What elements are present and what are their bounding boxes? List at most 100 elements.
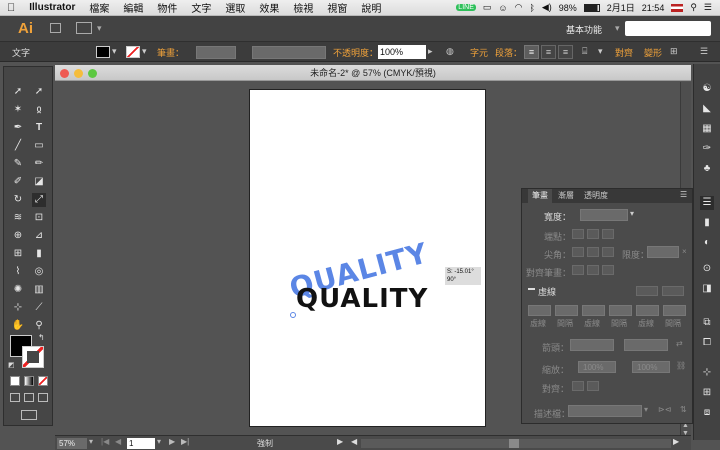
dash-align-button[interactable] (662, 286, 684, 296)
align-center-button[interactable]: ≡ (541, 45, 556, 59)
dash-field-1[interactable] (528, 305, 551, 316)
tab-transparency[interactable]: 透明度 (580, 189, 612, 203)
menu-object[interactable]: 物件 (150, 0, 184, 15)
gradient-panel-icon[interactable]: ▮ (700, 216, 714, 230)
character-label[interactable]: 字元 (470, 46, 488, 59)
pathfinder-panel-icon[interactable]: ⧈ (700, 406, 714, 420)
rotate-tool-icon[interactable]: ↻ (11, 193, 25, 207)
arrow-place-button[interactable] (587, 381, 599, 391)
align-left-button[interactable]: ≡ (524, 45, 539, 59)
opacity-dropdown-icon[interactable]: ▸ (428, 46, 433, 57)
artboard[interactable]: QUALITY QUALITY (249, 89, 486, 427)
scroll-right-icon[interactable]: ▶ (673, 437, 679, 446)
envelope-icon[interactable]: ⌸ (582, 46, 587, 57)
end-scale-field[interactable]: 100% (632, 361, 670, 373)
stroke-weight-field[interactable] (196, 46, 236, 59)
stroke-dropdown-icon[interactable]: ▾ (142, 46, 147, 57)
menu-window[interactable]: 視窗 (320, 0, 354, 15)
align-stroke-center-button[interactable] (572, 265, 584, 275)
pen-tool-icon[interactable]: ✒ (11, 121, 25, 135)
square-cap-button[interactable] (602, 229, 614, 239)
bridge-icon[interactable] (50, 23, 61, 33)
bluetooth-icon[interactable]: ᛒ (529, 3, 534, 13)
color-panel-icon[interactable]: ◣ (700, 102, 714, 116)
free-transform-tool-icon[interactable]: ⊡ (32, 211, 46, 225)
menu-file[interactable]: 檔案 (82, 0, 116, 15)
volume-icon[interactable]: ◀) (542, 2, 552, 13)
horizontal-scroll-thumb[interactable] (509, 439, 519, 448)
scroll-left-icon[interactable]: ◀ (351, 437, 357, 446)
help-search-input[interactable] (625, 21, 711, 36)
menu-illustrator[interactable]: Illustrator (22, 2, 82, 13)
transform-panel-icon[interactable]: ⊞ (700, 386, 714, 400)
shape-builder-tool-icon[interactable]: ⊕ (11, 229, 25, 243)
close-window-button[interactable] (60, 69, 69, 78)
column-graph-tool-icon[interactable]: ▥ (32, 283, 46, 297)
symbol-sprayer-tool-icon[interactable]: ✺ (11, 283, 25, 297)
zoom-window-button[interactable] (88, 69, 97, 78)
menu-type[interactable]: 文字 (184, 0, 218, 15)
rotate-anchor-point[interactable] (290, 312, 296, 318)
paintbrush-tool-icon[interactable]: ✎ (11, 157, 25, 171)
align-right-button[interactable]: ≡ (558, 45, 573, 59)
horizontal-scrollbar[interactable] (361, 439, 671, 448)
color-guide-icon[interactable]: ☯ (700, 82, 714, 96)
link-scale-icon[interactable]: ⛓ (676, 361, 686, 370)
draw-behind-icon[interactable] (24, 393, 34, 402)
round-join-button[interactable] (587, 247, 599, 257)
list-icon[interactable]: ☰ (704, 2, 712, 13)
align-label[interactable]: 對齊 (615, 46, 633, 59)
limit-field[interactable] (647, 246, 679, 258)
gap-field-1[interactable] (555, 305, 578, 316)
apple-icon[interactable]:  (0, 2, 22, 14)
miter-join-button[interactable] (572, 247, 584, 257)
artboards-panel-icon[interactable]: ⧠ (700, 336, 714, 350)
profile-select[interactable] (568, 405, 642, 417)
last-artboard-icon[interactable]: ▶| (181, 437, 189, 446)
align-panel-icon[interactable]: ⊹ (700, 366, 714, 380)
date-text[interactable]: 2月1日 (607, 1, 635, 14)
round-cap-button[interactable] (587, 229, 599, 239)
mesh-tool-icon[interactable]: ⊞ (11, 247, 25, 261)
envelope-dropdown-icon[interactable]: ▾ (598, 46, 603, 57)
line-icon[interactable]: LINE (456, 4, 476, 11)
layers-panel-icon[interactable]: ⧉ (700, 316, 714, 330)
direct-selection-tool-icon[interactable]: ➚ (32, 85, 46, 99)
artboard-number-field[interactable]: 1 (127, 438, 155, 449)
start-scale-field[interactable]: 100% (578, 361, 616, 373)
status-menu-icon[interactable]: ▶ (337, 437, 343, 446)
draw-mode-icon[interactable] (10, 393, 20, 402)
gap-field-2[interactable] (609, 305, 632, 316)
time-text[interactable]: 21:54 (642, 3, 665, 13)
draw-inside-icon[interactable] (38, 393, 48, 402)
dash-preserve-button[interactable] (636, 286, 658, 296)
prev-artboard-icon[interactable]: ◀ (115, 437, 121, 446)
workspace-dropdown-icon[interactable]: ▾ (615, 23, 620, 34)
swap-arrowheads-icon[interactable]: ⇄ (676, 339, 683, 348)
fill-dropdown-icon[interactable]: ▾ (112, 46, 117, 57)
scale-tool-icon[interactable]: ⤢ (32, 193, 46, 207)
fill-color-swatch[interactable] (96, 46, 110, 58)
transparency-panel-icon[interactable]: ◐ (700, 236, 714, 250)
first-artboard-icon[interactable]: |◀ (101, 437, 109, 446)
graphic-styles-icon[interactable]: ◨ (700, 282, 714, 296)
dash-field-3[interactable] (636, 305, 659, 316)
gradient-tool-icon[interactable]: ▮ (32, 247, 46, 261)
isolate-icon[interactable]: ⊞ (670, 46, 678, 57)
lasso-tool-icon[interactable]: ჲ (32, 103, 46, 117)
swatches-icon[interactable]: ▦ (700, 122, 714, 136)
tab-gradient[interactable]: 漸層 (554, 189, 578, 203)
line-tool-icon[interactable]: ╱ (11, 139, 25, 153)
flip-along-icon[interactable]: ⊳⊲ (658, 405, 671, 414)
flip-across-icon[interactable]: ⇅ (680, 405, 687, 414)
stroke-panel-icon[interactable]: ☰ (700, 196, 714, 210)
end-arrowhead-select[interactable] (624, 339, 668, 351)
stroke-label[interactable]: 筆畫： (157, 46, 184, 59)
variable-width-field[interactable] (252, 46, 326, 59)
opacity-field[interactable]: 100% (378, 45, 426, 59)
mirroring-icon[interactable]: ▭ (483, 2, 492, 13)
dash-field-2[interactable] (582, 305, 605, 316)
magic-wand-tool-icon[interactable]: ✶ (11, 103, 25, 117)
weight-dropdown-icon[interactable]: ▾ (630, 209, 634, 218)
selection-tool-icon[interactable]: ➚ (11, 85, 25, 99)
